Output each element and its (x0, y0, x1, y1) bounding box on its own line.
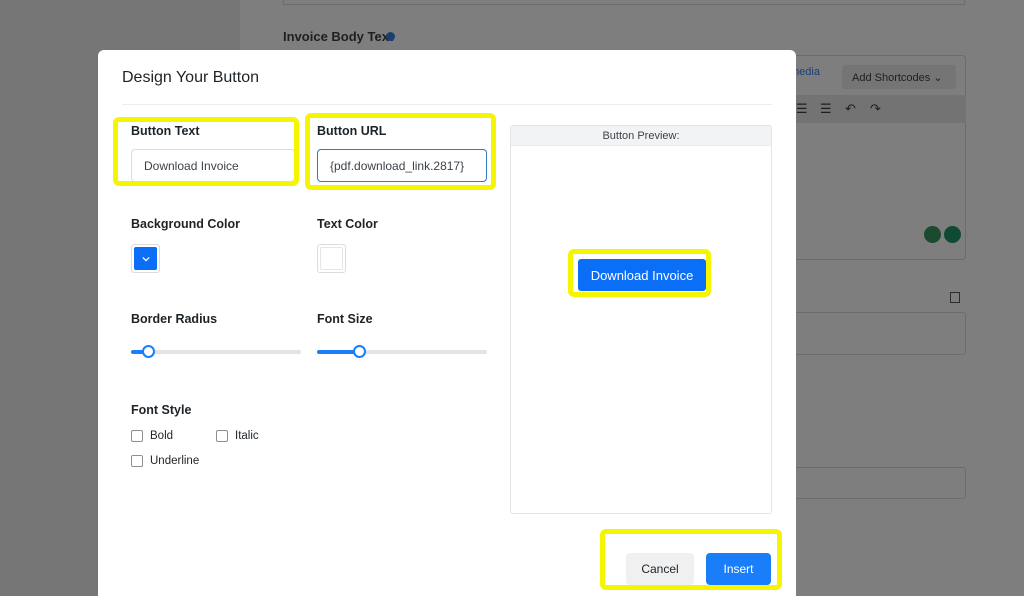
italic-checkbox-label: Italic (235, 430, 259, 442)
insert-button[interactable]: Insert (706, 553, 771, 585)
modal-title: Design Your Button (122, 69, 259, 86)
background-textarea (780, 312, 966, 355)
text-color-swatch (320, 247, 343, 270)
design-button-modal: Design Your Button Button Text Download … (98, 50, 796, 596)
underline-checkbox-label: Underline (150, 455, 200, 467)
button-preview-header: Button Preview: (511, 126, 771, 146)
button-url-input[interactable]: {pdf.download_link.2817} (317, 149, 487, 182)
slider-handle[interactable] (353, 345, 366, 358)
border-radius-slider[interactable] (131, 345, 301, 359)
redo-icon: ↷ (870, 101, 881, 116)
text-color-label: Text Color (317, 217, 378, 231)
button-text-input[interactable]: Download Invoice (131, 149, 295, 182)
chevron-down-icon (141, 256, 150, 261)
font-size-label: Font Size (317, 312, 373, 326)
slider-track (131, 350, 301, 354)
background-shortcodes-button: Add Shortcodes ⌄ (842, 65, 956, 89)
align-right-icon: ☰ (796, 101, 808, 116)
underline-checkbox-row[interactable]: Underline (131, 455, 199, 467)
underline-checkbox[interactable] (131, 455, 143, 467)
chevron-down-icon: ⌄ (933, 72, 943, 84)
italic-checkbox-row[interactable]: Italic (216, 430, 259, 442)
preview-download-button[interactable]: Download Invoice (578, 259, 706, 291)
button-preview-panel: Button Preview: Download Invoice (510, 125, 772, 514)
document-icon (950, 292, 960, 303)
background-color-swatch (134, 247, 157, 270)
border-radius-label: Border Radius (131, 312, 218, 326)
info-icon (386, 32, 395, 41)
modal-divider (122, 104, 772, 105)
bold-checkbox-row[interactable]: Bold (131, 430, 173, 442)
font-size-slider[interactable] (317, 345, 487, 359)
text-color-picker[interactable] (317, 244, 346, 273)
background-field-label: Invoice Body Text (283, 29, 394, 44)
undo-icon: ↶ (845, 101, 856, 116)
grammarly-tone-icon (924, 226, 941, 243)
background-color-label: Background Color (131, 217, 241, 231)
grammarly-icon (944, 226, 961, 243)
cancel-button[interactable]: Cancel (626, 553, 694, 585)
italic-checkbox[interactable] (216, 430, 228, 442)
button-url-label: Button URL (317, 124, 387, 138)
bold-checkbox-label: Bold (150, 430, 174, 442)
font-style-label: Font Style (131, 403, 192, 417)
background-color-picker[interactable] (131, 244, 160, 273)
justify-icon: ☰ (820, 101, 832, 116)
slider-handle[interactable] (141, 345, 155, 358)
bold-checkbox[interactable] (131, 430, 143, 442)
background-top-field (283, 0, 965, 5)
background-input (780, 467, 966, 499)
button-text-label: Button Text (131, 124, 200, 138)
